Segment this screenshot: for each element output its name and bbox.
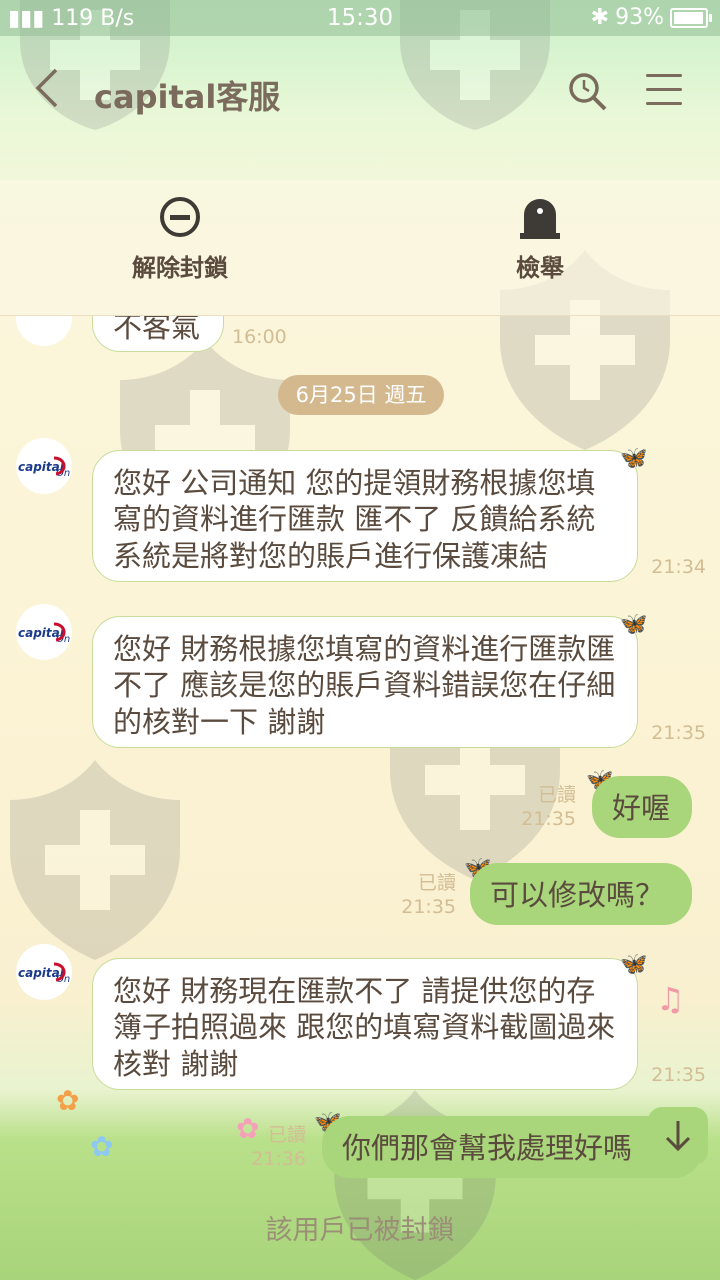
action-bar: 解除封鎖 檢舉 (0, 180, 720, 316)
unblock-button[interactable]: 解除封鎖 (100, 192, 260, 283)
music-note-icon: ♫ (656, 980, 685, 1018)
avatar[interactable]: capital On (16, 944, 72, 1000)
read-status: 已讀 21:35 (401, 872, 456, 918)
status-bar: ▮▮▮ 119 B/s 15:30 ✱ 93% (0, 0, 720, 36)
message-time: 21:35 (651, 722, 706, 744)
report-label: 檢舉 (516, 254, 564, 282)
message-bubble[interactable]: 您好 公司通知 您的提領財務根據您填寫的資料進行匯款 匯不了 反饋給系統系統是將… (92, 450, 638, 582)
message-time: 16:00 (232, 326, 287, 348)
message-bubble[interactable]: 您好 財務現在匯款不了 請提供您的存簿子拍照過來 跟您的填寫資料截圖過來核對 謝… (92, 958, 638, 1090)
report-button[interactable]: 檢舉 (460, 192, 620, 283)
avatar[interactable] (16, 316, 72, 346)
flower-icon: ✿ (56, 1084, 80, 1117)
battery-percent: 93% (615, 5, 664, 30)
message-bubble[interactable]: 可以修改嗎？ (470, 863, 692, 925)
status-right: ✱ 93% (590, 5, 712, 30)
butterfly-icon: 🦋 (620, 446, 648, 471)
blocked-notice: 該用戶已被封鎖 (265, 1215, 455, 1246)
message-bubble[interactable]: 您好 財務根據您填寫的資料進行匯款匯不了 應該是您的賬戶資料錯誤您在仔細的核對一… (92, 616, 638, 748)
message-bubble[interactable]: 你們那會幫我處理好嗎 (322, 1116, 702, 1178)
avatar[interactable]: capital On (16, 438, 72, 494)
message-bubble[interactable]: 好喔 (592, 776, 692, 838)
scroll-down-button[interactable] (648, 1107, 708, 1165)
avatar[interactable]: capital On (16, 604, 72, 660)
read-status: 已讀 21:36 (251, 1124, 306, 1170)
chat-header: capital客服 (0, 36, 720, 146)
scroll-down-icon (665, 1121, 691, 1152)
bluetooth-icon: ✱ (590, 5, 610, 30)
back-icon[interactable] (32, 66, 62, 118)
flower-icon: ✿ (90, 1130, 114, 1163)
butterfly-icon: 🦋 (620, 952, 648, 977)
unblock-label: 解除封鎖 (132, 254, 228, 282)
date-separator: 6月25日 週五 (278, 375, 444, 415)
menu-icon[interactable] (646, 74, 682, 108)
message-time: 21:35 (651, 1064, 706, 1086)
chat-area[interactable]: 不客氣 16:00 6月25日 週五 capital On 您好 公司通知 您的提… (0, 316, 720, 1186)
read-status: 已讀 21:35 (521, 784, 576, 830)
message-time: 21:34 (651, 556, 706, 578)
message-bubble[interactable]: 不客氣 (92, 316, 224, 352)
unblock-icon (100, 192, 260, 242)
report-icon (460, 192, 620, 242)
butterfly-icon: 🦋 (620, 612, 648, 637)
chat-title: capital客服 (94, 78, 281, 116)
search-icon[interactable] (566, 70, 610, 114)
battery-icon (670, 7, 712, 28)
